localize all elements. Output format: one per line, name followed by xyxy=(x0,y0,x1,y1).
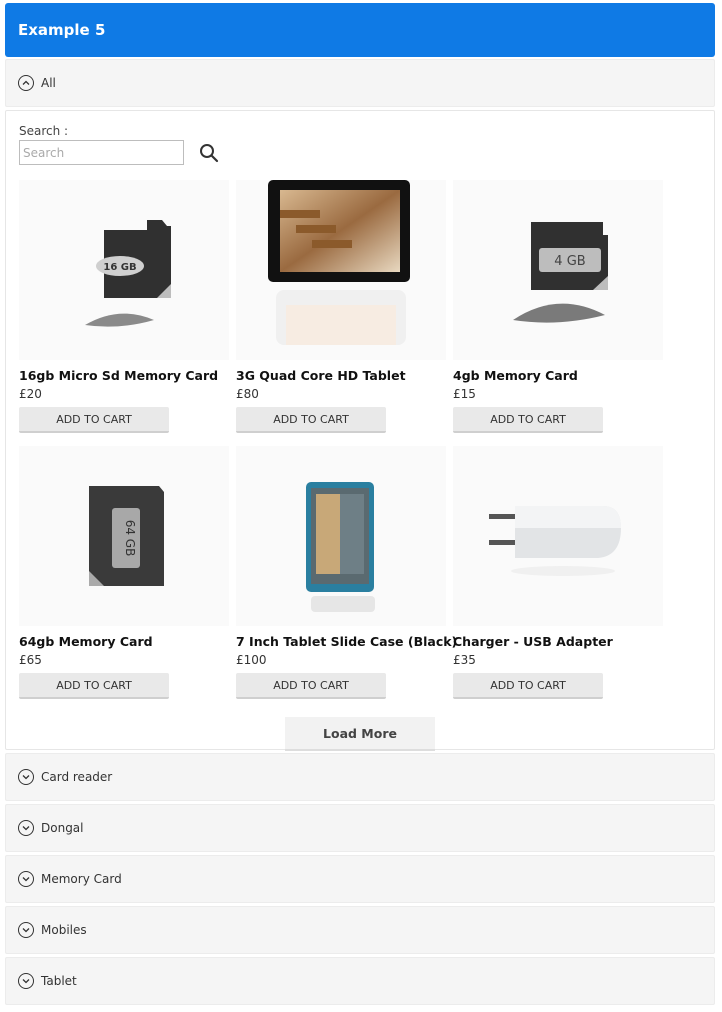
product-card: 4 GB 4gb Memory Card £15 ADD TO CART xyxy=(453,180,663,433)
card-capacity-label: 4 GB xyxy=(554,254,585,269)
product-image[interactable] xyxy=(453,446,663,626)
chevron-down-icon xyxy=(18,769,34,785)
accordion-mobiles[interactable]: Mobiles xyxy=(5,906,715,954)
chevron-down-icon xyxy=(18,820,34,836)
accordion-label: Card reader xyxy=(41,770,113,784)
add-to-cart-button[interactable]: ADD TO CART xyxy=(236,673,386,699)
accordion-all[interactable]: All xyxy=(5,59,715,107)
add-to-cart-button[interactable]: ADD TO CART xyxy=(19,407,169,433)
product-name[interactable]: 7 Inch Tablet Slide Case (Black) xyxy=(236,634,457,649)
load-more-button[interactable]: Load More xyxy=(285,717,435,751)
product-price: £100 xyxy=(236,653,267,667)
accordion-label: Memory Card xyxy=(41,872,122,886)
accordion-memory-card[interactable]: Memory Card xyxy=(5,855,715,903)
product-image[interactable]: 64 GB xyxy=(19,446,229,626)
search-icon[interactable] xyxy=(198,142,220,164)
add-to-cart-button[interactable]: ADD TO CART xyxy=(19,673,169,699)
product-card: 7 Inch Tablet Slide Case (Black) £100 AD… xyxy=(236,446,457,699)
product-image[interactable] xyxy=(236,180,446,360)
chevron-up-icon xyxy=(18,75,34,91)
product-name[interactable]: 3G Quad Core HD Tablet xyxy=(236,368,446,383)
add-to-cart-button[interactable]: ADD TO CART xyxy=(453,673,603,699)
product-card: Charger - USB Adapter £35 ADD TO CART xyxy=(453,446,663,699)
product-price: £65 xyxy=(19,653,42,667)
product-card: 64 GB 64gb Memory Card £65 ADD TO CART xyxy=(19,446,229,699)
page-header: Example 5 xyxy=(5,3,715,57)
accordion-card-reader[interactable]: Card reader xyxy=(5,753,715,801)
add-to-cart-button[interactable]: ADD TO CART xyxy=(236,407,386,433)
product-price: £35 xyxy=(453,653,476,667)
accordion-label: All xyxy=(41,76,56,90)
product-panel: Search : 16 GB 16gb Micro Sd Memory Card… xyxy=(5,110,715,751)
add-to-cart-button[interactable]: ADD TO CART xyxy=(453,407,603,433)
accordion-label: Dongal xyxy=(41,821,84,835)
accordion-label: Mobiles xyxy=(41,923,87,937)
accordion-dongal[interactable]: Dongal xyxy=(5,804,715,852)
product-name[interactable]: 64gb Memory Card xyxy=(19,634,229,649)
product-image[interactable]: 16 GB xyxy=(19,180,229,360)
search-label: Search : xyxy=(19,124,69,138)
product-name[interactable]: 4gb Memory Card xyxy=(453,368,663,383)
chevron-down-icon xyxy=(18,973,34,989)
card-capacity-label: 64 GB xyxy=(123,520,137,557)
accordion-tablet[interactable]: Tablet xyxy=(5,957,715,1005)
chevron-down-icon xyxy=(18,871,34,887)
search-input[interactable] xyxy=(19,140,184,165)
product-price: £80 xyxy=(236,387,259,401)
product-card: 3G Quad Core HD Tablet £80 ADD TO CART xyxy=(236,180,446,433)
product-image[interactable] xyxy=(236,446,446,626)
product-price: £20 xyxy=(19,387,42,401)
chevron-down-icon xyxy=(18,922,34,938)
product-name[interactable]: 16gb Micro Sd Memory Card xyxy=(19,368,229,383)
product-price: £15 xyxy=(453,387,476,401)
card-capacity-label: 16 GB xyxy=(103,262,136,273)
product-name[interactable]: Charger - USB Adapter xyxy=(453,634,663,649)
page-title: Example 5 xyxy=(18,21,106,39)
product-image[interactable]: 4 GB xyxy=(453,180,663,360)
product-card: 16 GB 16gb Micro Sd Memory Card £20 ADD … xyxy=(19,180,229,433)
accordion-label: Tablet xyxy=(41,974,77,988)
